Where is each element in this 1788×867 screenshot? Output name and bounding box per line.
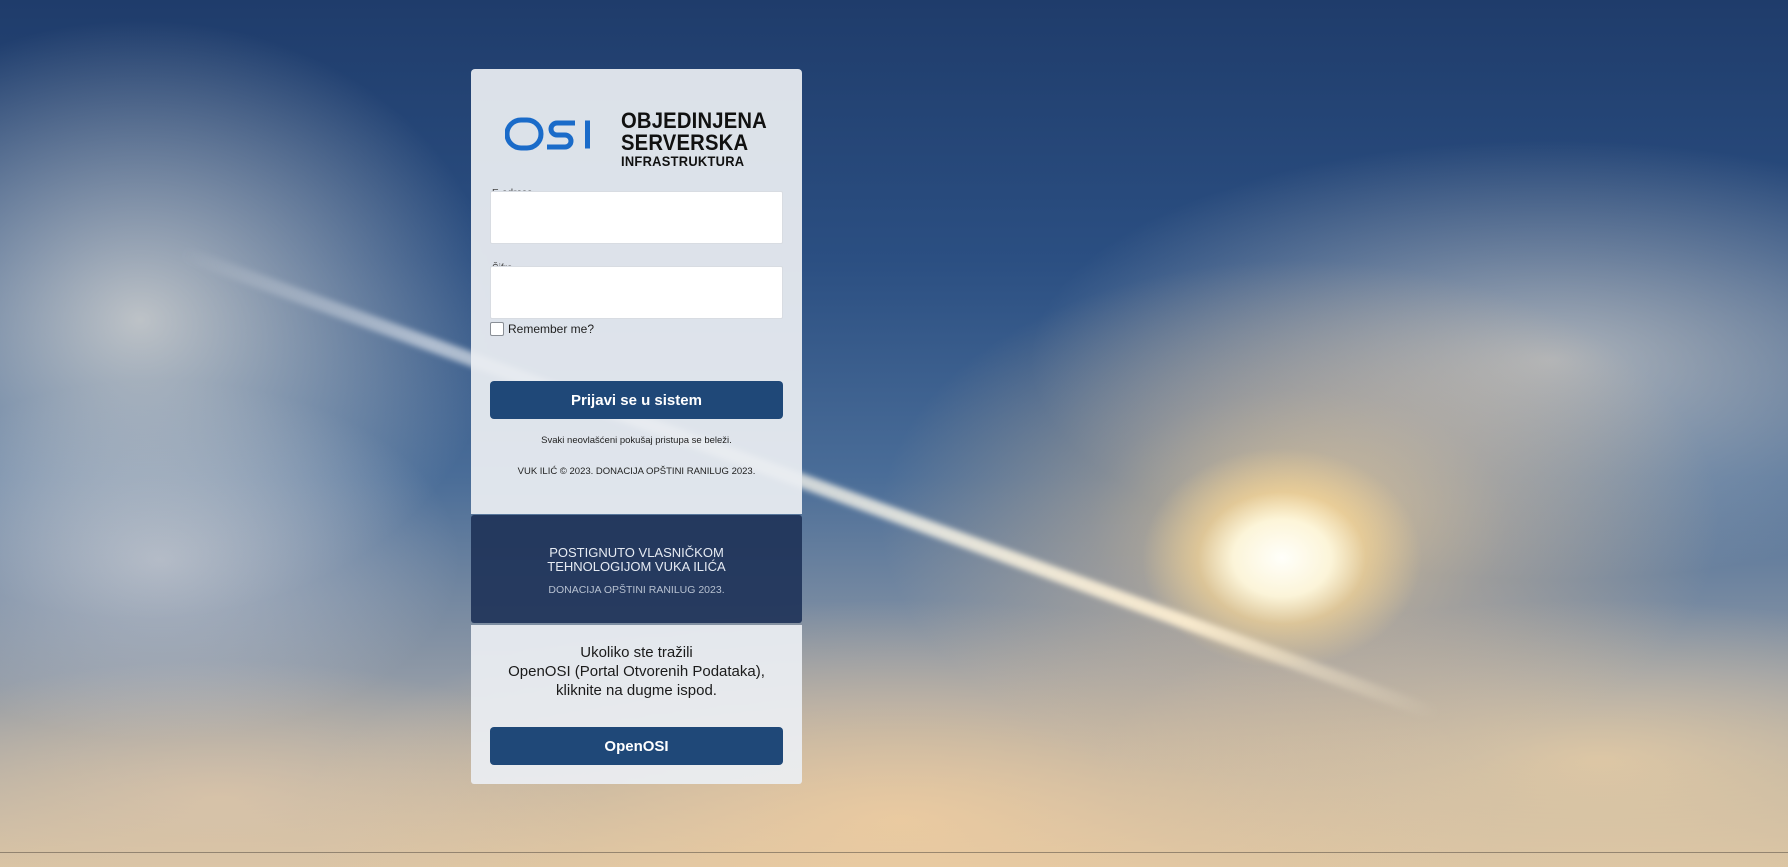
login-button[interactable]: Prijavi se u sistem <box>490 381 783 419</box>
openosi-line-1: Ukoliko ste tražili <box>580 644 693 661</box>
logo-line-2: SERVERSKA <box>621 130 749 155</box>
openosi-line-2: OpenOSI (Portal Otvorenih Podataka), <box>508 663 765 680</box>
osi-logo: OBJEDINJENA SERVERSKA INFRASTRUKTURA <box>505 110 775 168</box>
remember-me[interactable]: Remember me? <box>490 322 594 336</box>
openosi-line-3: kliknite na dugme ispod. <box>556 682 717 699</box>
access-warning: Svaki neovlašćeni pokušaj pristupa se be… <box>541 435 732 446</box>
brand-line-1: POSTIGNUTO VLASNIČKOM <box>549 545 724 560</box>
logo-wordmark: OBJEDINJENA SERVERSKA INFRASTRUKTURA <box>621 108 780 169</box>
openosi-button[interactable]: OpenOSI <box>490 727 783 765</box>
remember-label[interactable]: Remember me? <box>508 322 594 336</box>
openosi-card: Ukoliko ste tražili OpenOSI (Portal Otvo… <box>471 625 802 784</box>
contrail <box>177 245 1440 722</box>
sky-background <box>0 0 1788 867</box>
openosi-description: Ukoliko ste tražili OpenOSI (Portal Otvo… <box>471 643 802 700</box>
brand-card: POSTIGNUTO VLASNIČKOM TEHNOLOGIJOM VUKA … <box>471 515 802 623</box>
logo-line-1: OBJEDINJENA <box>621 108 767 133</box>
copyright-text: VUK ILIĆ © 2023. DONACIJA OPŠTINI RANILU… <box>517 466 756 477</box>
password-field[interactable] <box>490 266 783 319</box>
email-field[interactable] <box>490 191 783 244</box>
login-card: OBJEDINJENA SERVERSKA INFRASTRUKTURA E-a… <box>471 69 802 514</box>
remember-checkbox[interactable] <box>490 322 504 336</box>
brand-donation: DONACIJA OPŠTINI RANILUG 2023. <box>548 584 725 596</box>
osi-logo-mark <box>505 117 590 151</box>
brand-line-2: TEHNOLOGIJOM VUKA ILIĆA <box>547 559 726 574</box>
logo-line-3: INFRASTRUKTURA <box>621 153 745 169</box>
horizon-line <box>0 852 1788 853</box>
